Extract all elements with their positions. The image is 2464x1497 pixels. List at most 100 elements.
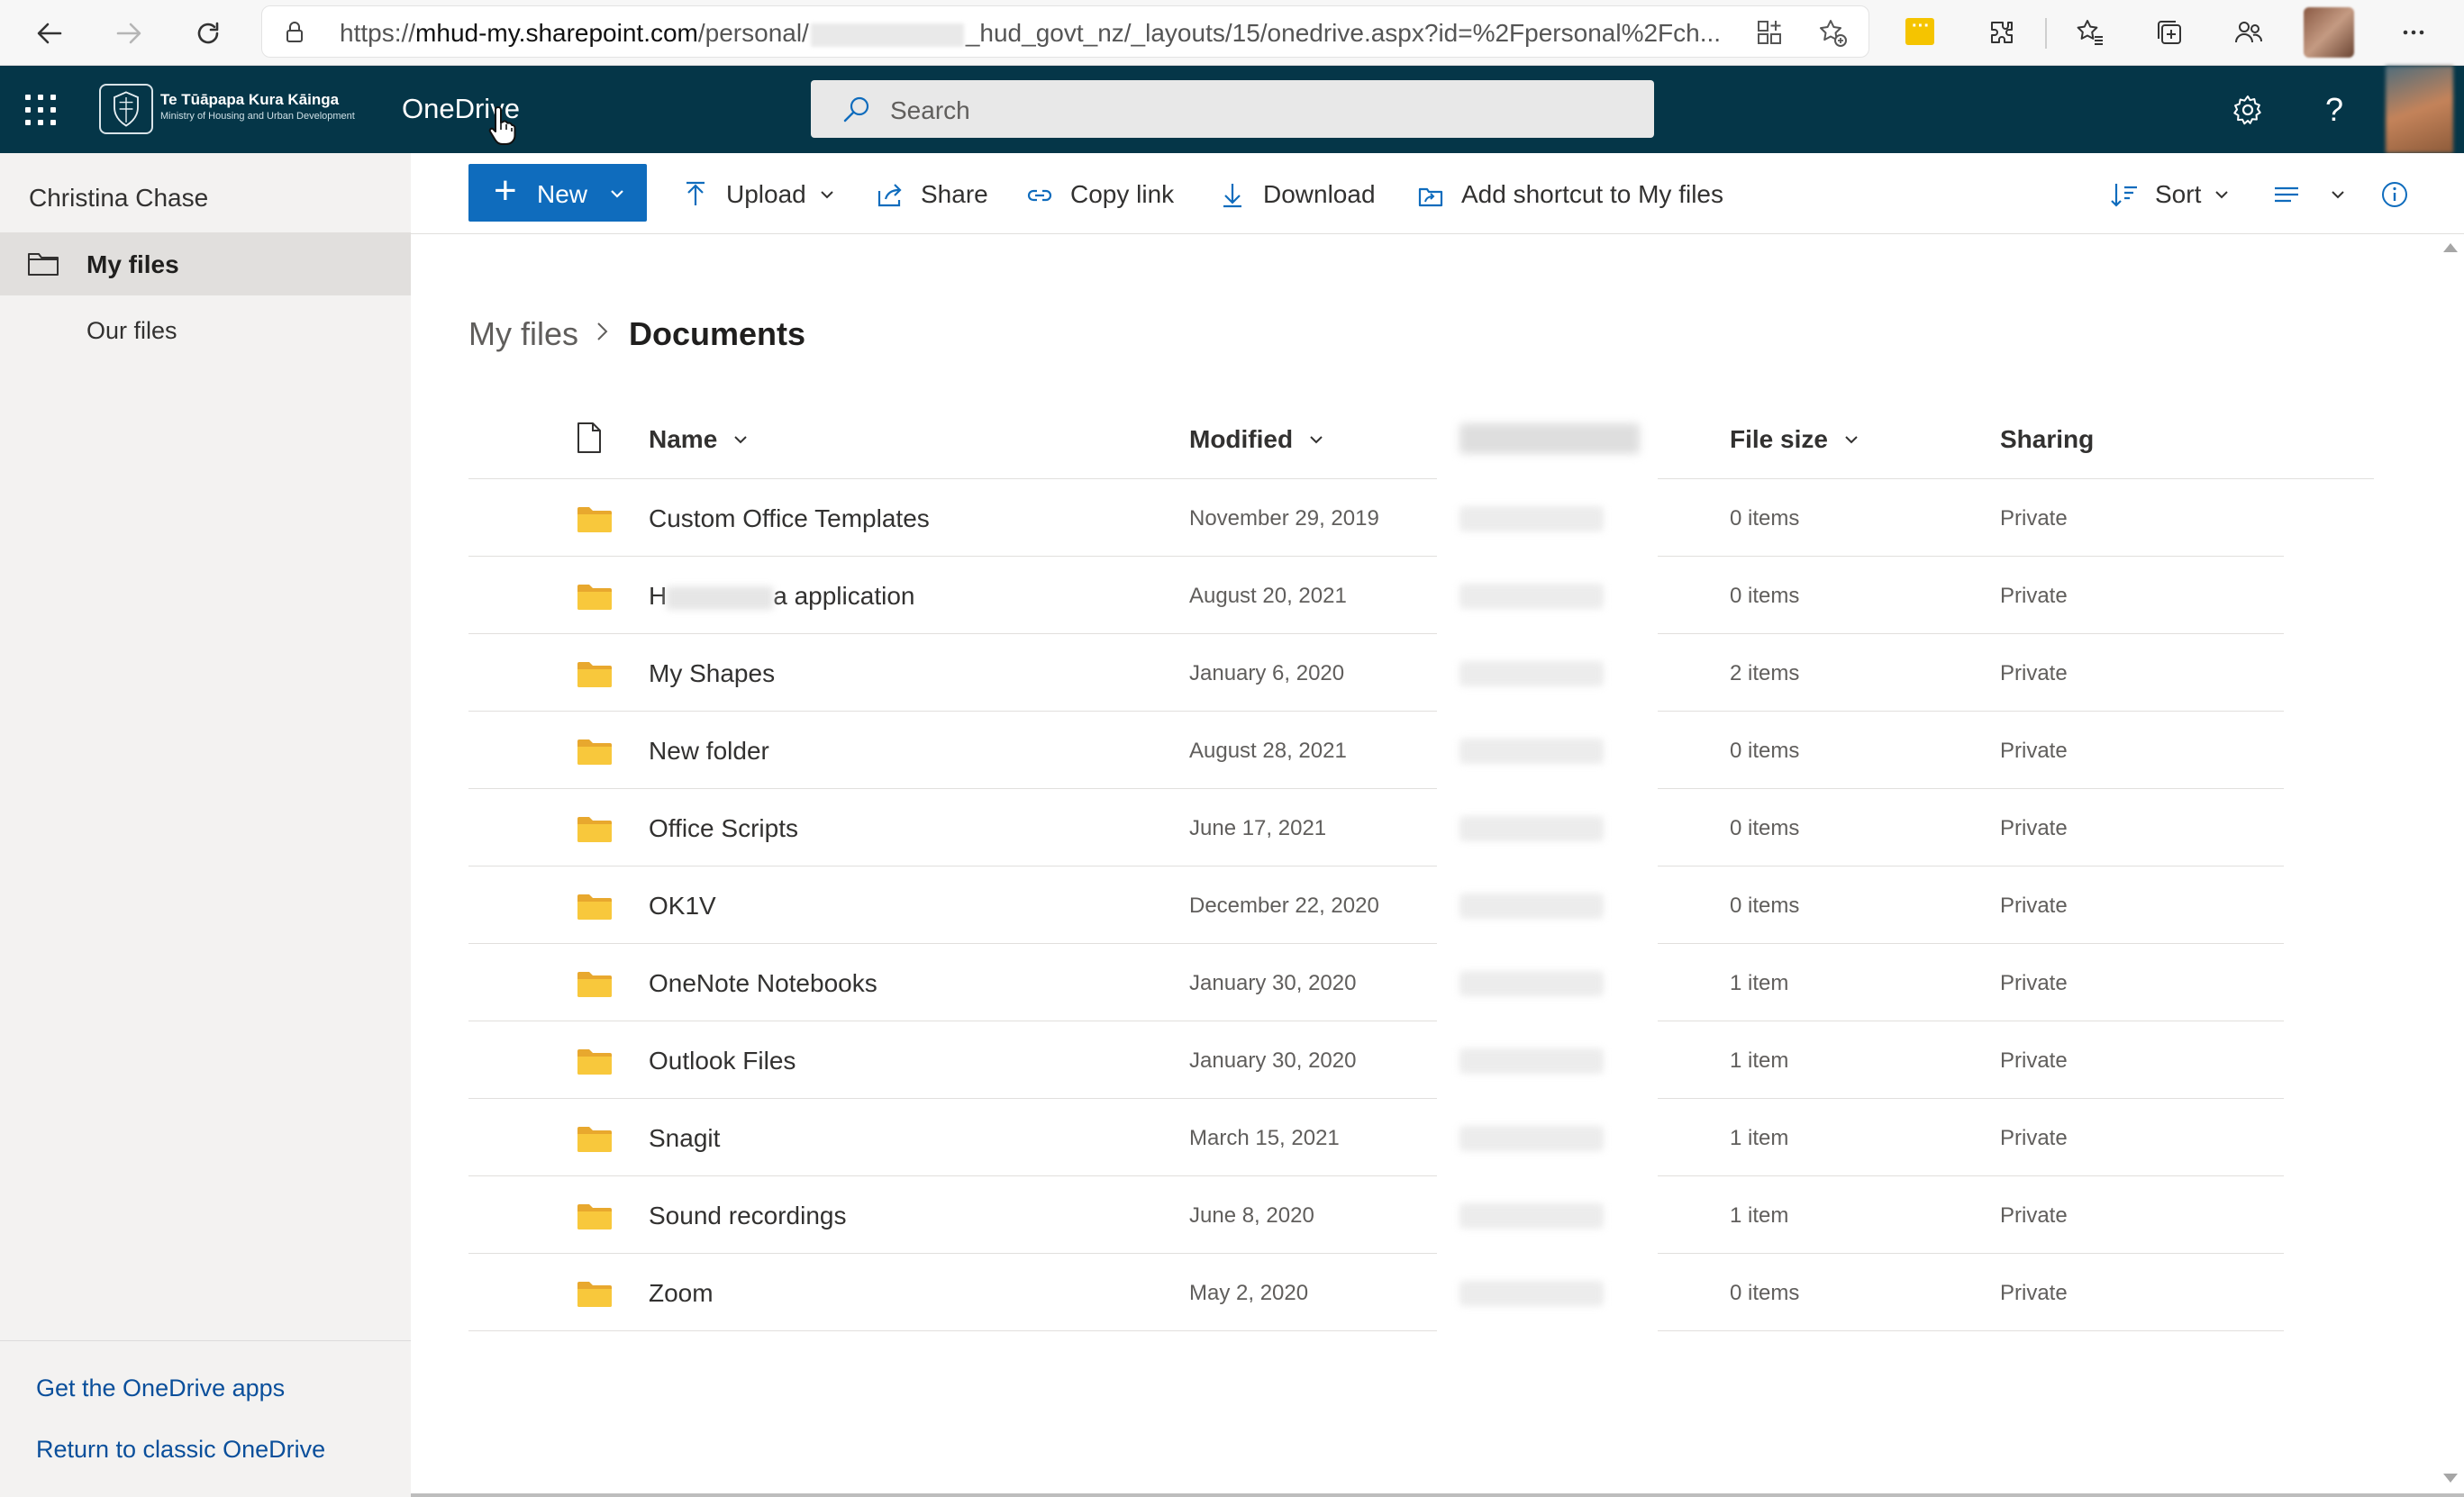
cloud-shortcut-icon xyxy=(1418,187,1443,207)
table-row[interactable]: Custom Office Templates November 29, 2019… xyxy=(468,478,2284,558)
get-apps-link[interactable]: Get the OneDrive apps xyxy=(36,1375,285,1402)
profile-sync-button[interactable] xyxy=(2227,11,2270,54)
file-name-link[interactable]: Outlook Files xyxy=(649,1047,796,1075)
sharing-status[interactable]: Private xyxy=(2000,661,2068,686)
toolbar-divider xyxy=(2045,18,2047,49)
download-label: Download xyxy=(1263,180,1376,208)
sidebar-item-my-files[interactable]: My files xyxy=(0,232,411,295)
column-header-modified[interactable]: Modified xyxy=(1189,425,1325,454)
browser-menu-button[interactable] xyxy=(2392,11,2435,54)
table-row[interactable]: Zoom May 2, 2020 0 items Private xyxy=(468,1253,2284,1332)
sharing-status[interactable]: Private xyxy=(2000,1126,2068,1151)
sharing-status[interactable]: Private xyxy=(2000,506,2068,531)
column-header-sharing[interactable]: Sharing xyxy=(2000,425,2094,454)
favorites-button[interactable] xyxy=(2068,11,2112,54)
file-name-start: H xyxy=(649,582,668,610)
folder-icon xyxy=(577,739,613,766)
table-row[interactable]: Ha application August 20, 2021 0 items Priv… xyxy=(468,556,2284,635)
file-name-link[interactable]: Zoom xyxy=(649,1279,714,1308)
sharing-status[interactable]: Private xyxy=(2000,1203,2068,1229)
table-row[interactable]: Sound recordings June 8, 2020 1 item Privat… xyxy=(468,1175,2284,1255)
chevron-down-icon xyxy=(611,190,623,198)
column-file-size-label: File size xyxy=(1730,425,1828,453)
gear-icon xyxy=(2233,95,2261,125)
column-header-name[interactable]: Name xyxy=(649,425,750,454)
table-row[interactable]: OneNote Notebooks January 30, 2020 1 item P… xyxy=(468,943,2284,1022)
details-pane-button[interactable] xyxy=(2380,175,2425,214)
sharing-status[interactable]: Private xyxy=(2000,971,2068,996)
app-available-icon[interactable] xyxy=(1754,17,1785,48)
sort-button[interactable]: Sort xyxy=(2110,175,2230,214)
column-modified-label: Modified xyxy=(1189,425,1294,453)
add-shortcut-button[interactable]: Add shortcut to My files xyxy=(1416,175,1723,214)
file-name-link[interactable]: OK1V xyxy=(649,892,716,921)
table-row[interactable]: New folder August 28, 2021 0 items Private xyxy=(468,711,2284,790)
back-button[interactable] xyxy=(25,9,74,58)
sort-icon xyxy=(2111,184,2137,207)
sharing-status[interactable]: Private xyxy=(2000,816,2068,841)
search-input[interactable]: Search xyxy=(811,80,1654,138)
arrow-right-icon xyxy=(116,23,141,44)
account-avatar[interactable] xyxy=(2386,66,2453,153)
file-name-link[interactable]: Custom Office Templates xyxy=(649,504,930,533)
sharing-status[interactable]: Private xyxy=(2000,739,2068,764)
column-header-file-size[interactable]: File size xyxy=(1730,425,1860,454)
file-name-link[interactable]: Snagit xyxy=(649,1124,720,1153)
settings-button[interactable] xyxy=(2227,89,2269,131)
file-name-link[interactable]: OneNote Notebooks xyxy=(649,969,877,998)
file-name-link[interactable]: New folder xyxy=(649,737,769,766)
classic-onedrive-link[interactable]: Return to classic OneDrive xyxy=(36,1436,325,1464)
column-header-modified-by-redacted[interactable] xyxy=(1459,423,1640,454)
sharing-status[interactable]: Private xyxy=(2000,584,2068,609)
sharing-status[interactable]: Private xyxy=(2000,1281,2068,1306)
modified-by-redacted xyxy=(1459,584,1604,609)
add-favorite-icon[interactable] xyxy=(1817,17,1848,48)
modified-date: January 6, 2020 xyxy=(1189,661,1345,685)
refresh-button[interactable] xyxy=(184,9,232,58)
more-dots-icon xyxy=(2403,30,2424,35)
new-button[interactable]: + New xyxy=(468,164,647,222)
address-bar[interactable]: https://mhud-my.sharepoint.com/personal/… xyxy=(261,5,1869,58)
org-subtitle: Ministry of Housing and Urban Developmen… xyxy=(160,111,355,122)
view-options-button[interactable] xyxy=(2272,175,2346,214)
table-row[interactable]: Snagit March 15, 2021 1 item Private xyxy=(468,1098,2284,1177)
file-name-link[interactable]: My Shapes xyxy=(649,659,775,688)
scroll-up-arrow-icon[interactable] xyxy=(2443,243,2458,252)
file-type-icon[interactable] xyxy=(577,422,602,454)
extensions-button[interactable] xyxy=(1980,11,2023,54)
browser-profile-avatar[interactable] xyxy=(2304,7,2354,58)
sharing-status[interactable]: Private xyxy=(2000,894,2068,919)
copy-link-label: Copy link xyxy=(1070,180,1175,208)
forward-button[interactable] xyxy=(105,9,153,58)
file-size: 1 item xyxy=(1730,1203,1789,1228)
file-name-link[interactable]: Office Scripts xyxy=(649,814,798,843)
file-name-link[interactable]: Sound recordings xyxy=(649,1202,846,1230)
download-button[interactable]: Download xyxy=(1218,175,1376,214)
table-row[interactable]: Office Scripts June 17, 2021 0 items Privat… xyxy=(468,788,2284,867)
table-row[interactable]: My Shapes January 6, 2020 2 items Private xyxy=(468,633,2284,712)
copy-link-button[interactable]: Copy link xyxy=(1025,175,1174,214)
folder-icon xyxy=(577,584,613,611)
scroll-down-arrow-icon[interactable] xyxy=(2443,1474,2458,1483)
chevron-down-icon xyxy=(1845,436,1858,444)
table-row[interactable]: Outlook Files January 30, 2020 1 item Priva… xyxy=(468,1021,2284,1100)
help-button[interactable]: ? xyxy=(2314,89,2355,131)
upload-button[interactable]: Upload xyxy=(681,175,835,214)
new-button-label: New xyxy=(537,180,588,208)
table-row[interactable]: OK1V December 22, 2020 0 items Private xyxy=(468,866,2284,945)
app-launcher-icon[interactable] xyxy=(25,95,56,125)
url-redacted xyxy=(810,23,964,47)
collections-button[interactable] xyxy=(2148,11,2191,54)
share-button[interactable]: Share xyxy=(876,175,988,214)
sidebar-item-our-files[interactable]: Our files xyxy=(86,317,177,345)
vertical-scrollbar[interactable] xyxy=(2432,234,2464,1497)
extension-badge-icon[interactable] xyxy=(1905,16,1934,45)
favorites-icon xyxy=(2077,20,2103,45)
file-name-link[interactable]: Ha application xyxy=(649,582,914,611)
folder-icon xyxy=(577,1281,613,1308)
modified-date: January 30, 2020 xyxy=(1189,1048,1357,1073)
breadcrumb-my-files[interactable]: My files xyxy=(468,315,578,353)
modified-date: August 20, 2021 xyxy=(1189,584,1347,608)
folder-icon xyxy=(577,661,613,688)
sharing-status[interactable]: Private xyxy=(2000,1048,2068,1074)
